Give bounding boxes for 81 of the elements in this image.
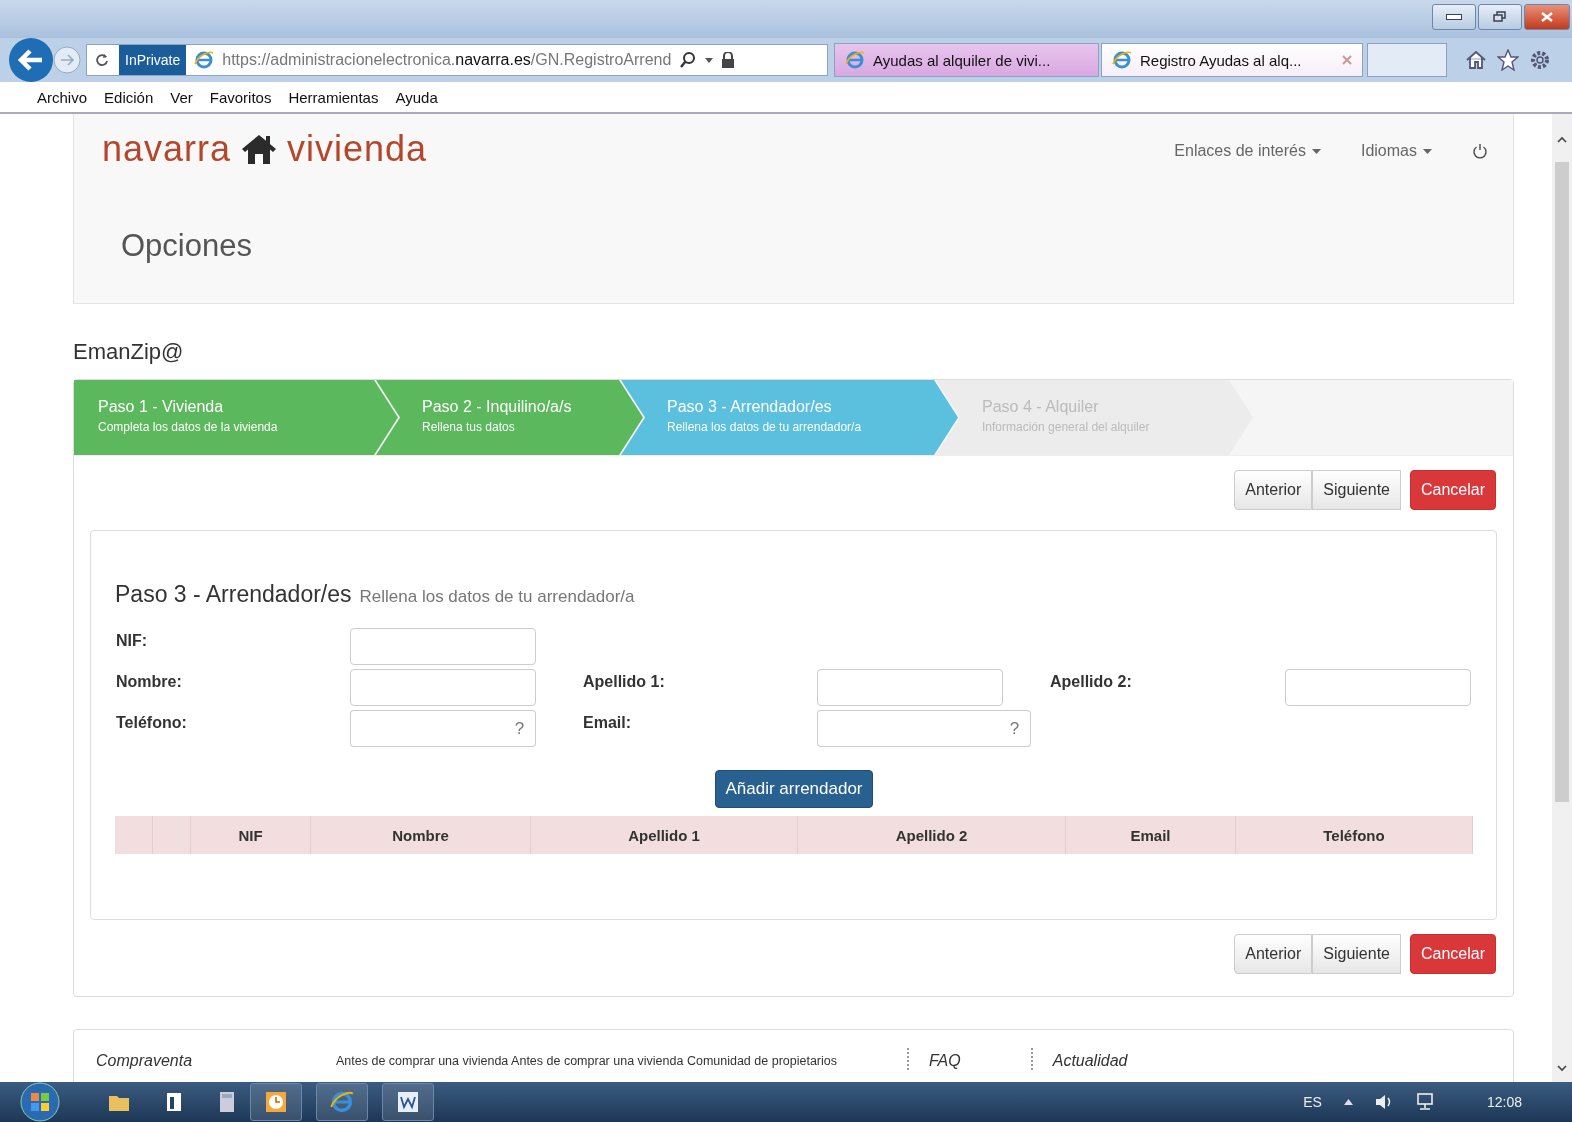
clock-text[interactable]: 12:08 bbox=[1486, 1094, 1522, 1110]
close-button[interactable] bbox=[1524, 4, 1570, 30]
scroll-thumb[interactable] bbox=[1555, 162, 1569, 802]
input-field[interactable] bbox=[350, 628, 536, 665]
field-label: Apellido 2: bbox=[1049, 672, 1133, 692]
browser-tab[interactable]: Ayudas al alquiler de vivi... bbox=[834, 43, 1099, 77]
menu-item[interactable]: Edición bbox=[104, 88, 154, 106]
dropdown-link[interactable]: Idiomas bbox=[1360, 142, 1432, 160]
field-label: NIF: bbox=[116, 631, 149, 651]
add-button[interactable]: Añadir arrendador bbox=[715, 770, 873, 808]
footer-heading: Actualidad bbox=[1052, 1052, 1128, 1070]
language-indicator[interactable]: ES bbox=[1303, 1094, 1322, 1110]
caret-icon bbox=[1311, 148, 1321, 154]
page-heading: Opciones bbox=[121, 228, 253, 264]
menu-item[interactable]: Ayuda bbox=[395, 88, 438, 106]
globe-e-icon bbox=[845, 50, 865, 70]
network-icon[interactable] bbox=[1414, 1093, 1435, 1111]
globe-e-icon bbox=[1112, 50, 1132, 70]
nav-button[interactable]: Anterior bbox=[1234, 934, 1313, 974]
input-field[interactable] bbox=[350, 669, 536, 706]
inprivate-badge: InPrivate bbox=[119, 45, 187, 75]
back-button[interactable] bbox=[8, 37, 54, 83]
globe-e-icon[interactable] bbox=[330, 1090, 354, 1114]
scrollbar[interactable] bbox=[1552, 114, 1572, 1082]
dropdown-link[interactable]: Enlaces de interés bbox=[1174, 142, 1321, 160]
home-icon[interactable] bbox=[1465, 49, 1487, 71]
menu-item[interactable]: Archivo bbox=[37, 88, 88, 106]
menu-item[interactable]: Ver bbox=[170, 88, 193, 106]
nav-button[interactable]: Cancelar bbox=[1409, 934, 1496, 974]
caret-icon bbox=[1423, 148, 1432, 154]
minimize-button[interactable] bbox=[1432, 4, 1476, 30]
refresh-icon[interactable] bbox=[95, 53, 109, 67]
nav-button[interactable]: Cancelar bbox=[1409, 470, 1496, 510]
column-header: Teléfono bbox=[1236, 816, 1473, 854]
power-icon[interactable] bbox=[1472, 143, 1488, 159]
input-field[interactable] bbox=[1285, 669, 1471, 706]
lock-icon bbox=[721, 52, 736, 68]
field-label: Apellido 1: bbox=[582, 672, 666, 692]
menu-item[interactable]: Favoritos bbox=[209, 88, 272, 106]
footer-text: Antes de comprar una vivienda Antes de comprar una vivienda Comunidad de propietarios bbox=[336, 1053, 837, 1068]
section-subtitle: Rellena los datos de tu arrendador/a bbox=[359, 587, 635, 607]
calculator-icon[interactable] bbox=[218, 1091, 236, 1113]
logo-text: vivienda bbox=[287, 128, 428, 170]
restore-icon bbox=[1493, 11, 1507, 23]
nav-button[interactable]: Siguiente bbox=[1312, 934, 1401, 974]
url-text: https://administracionelectronica.navarra.es/GN.RegistroArrend bbox=[222, 51, 672, 69]
footer-heading: Compraventa bbox=[96, 1052, 194, 1070]
restore-button[interactable] bbox=[1478, 4, 1522, 30]
document-w-icon[interactable] bbox=[397, 1091, 419, 1113]
nav-button[interactable]: Anterior bbox=[1234, 470, 1313, 510]
logo-text: navarra bbox=[102, 128, 232, 170]
speaker-icon[interactable] bbox=[1374, 1094, 1393, 1110]
search-icon[interactable] bbox=[679, 51, 698, 69]
app-title: EmanZip@ bbox=[73, 339, 185, 365]
column-header: Email bbox=[1066, 816, 1236, 854]
scroll-up-icon[interactable] bbox=[1557, 136, 1567, 143]
menu-item[interactable]: Herramientas bbox=[288, 88, 379, 106]
column-header: Nombre bbox=[311, 816, 531, 854]
section-title: Paso 3 - Arrendador/es bbox=[115, 581, 352, 608]
browser-tab[interactable]: Registro Ayudas al alq... bbox=[1101, 43, 1363, 77]
settings-icon[interactable] bbox=[1529, 49, 1549, 71]
close-icon bbox=[1541, 12, 1553, 22]
field-label: Nombre: bbox=[116, 672, 183, 692]
column-header: Apellido 2 bbox=[798, 816, 1066, 854]
column-header: Apellido 1 bbox=[531, 816, 798, 854]
field-label: Email: bbox=[582, 713, 632, 733]
notes-icon[interactable] bbox=[164, 1091, 184, 1113]
nav-button[interactable]: Siguiente bbox=[1312, 470, 1401, 510]
globe-e-icon bbox=[194, 50, 215, 70]
input-field[interactable] bbox=[817, 669, 1003, 706]
tray-arrow-icon[interactable] bbox=[1343, 1099, 1353, 1105]
star-icon[interactable] bbox=[1497, 49, 1519, 71]
scroll-down-icon[interactable] bbox=[1557, 1065, 1567, 1072]
footer-heading: FAQ bbox=[929, 1052, 961, 1070]
start-button[interactable] bbox=[20, 1082, 60, 1122]
field-label: Teléfono: bbox=[116, 713, 188, 733]
address-bar[interactable]: InPrivate https://administracionelectronica.navarra.es/GN.RegistroArrend bbox=[86, 44, 828, 76]
dropdown-caret-icon[interactable] bbox=[705, 57, 714, 63]
house-icon bbox=[241, 133, 278, 165]
clock-icon[interactable] bbox=[265, 1091, 287, 1113]
column-header: NIF bbox=[191, 816, 311, 854]
